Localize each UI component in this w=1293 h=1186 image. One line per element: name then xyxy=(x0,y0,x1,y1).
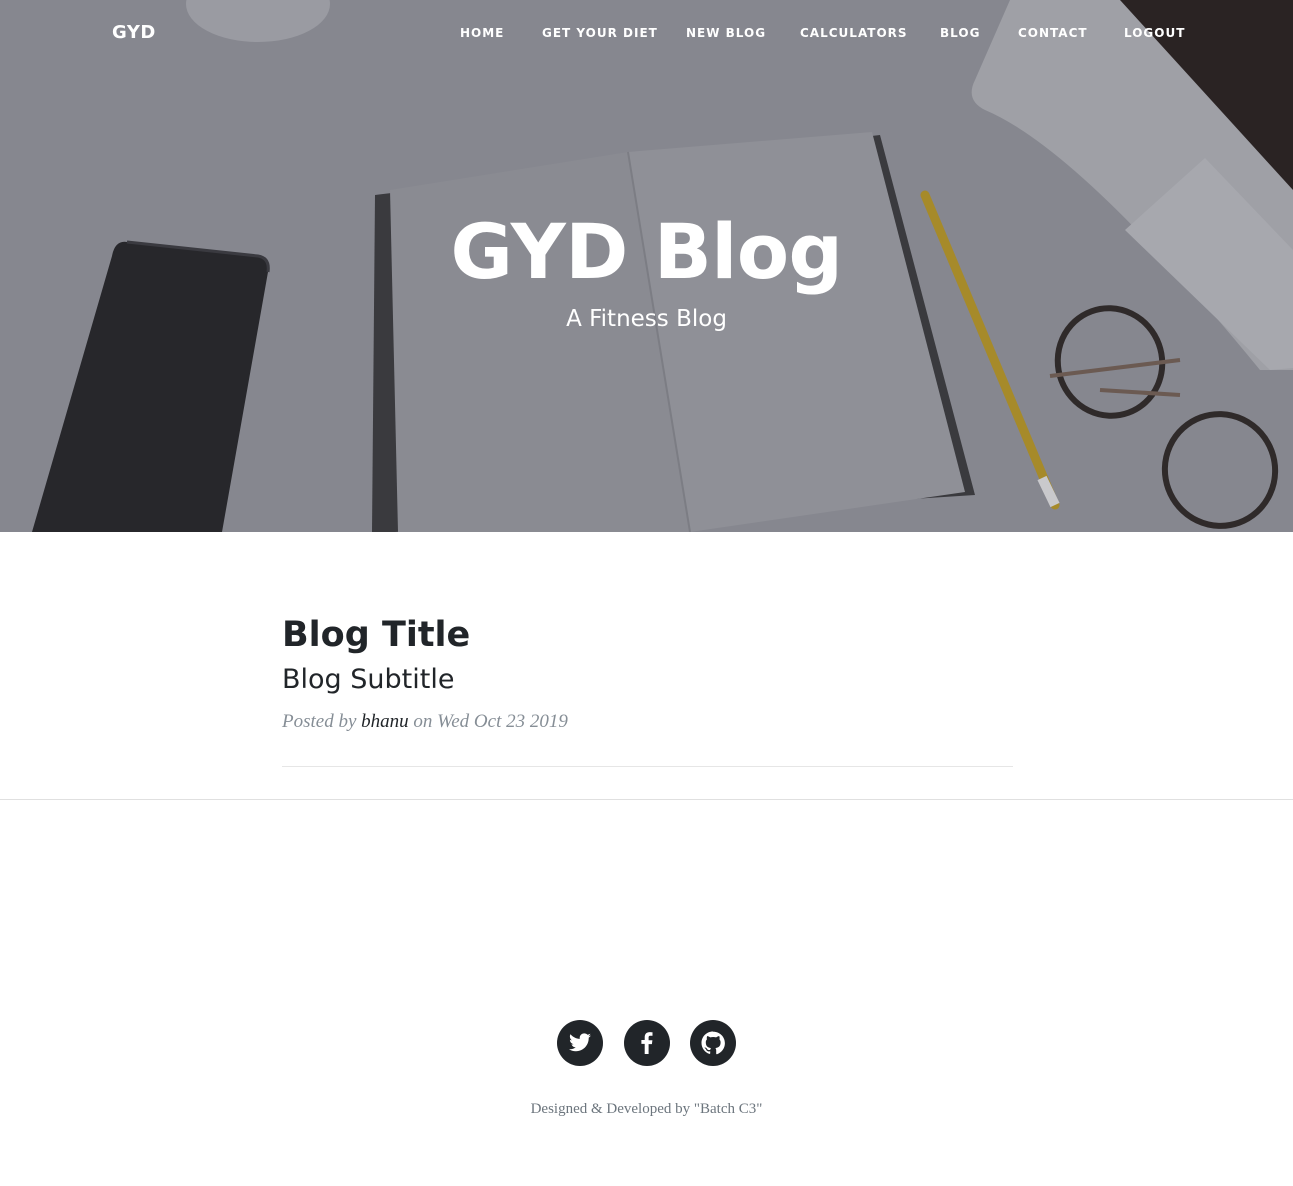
hero-title: GYD Blog xyxy=(450,207,843,296)
hero-subtitle: A Fitness Blog xyxy=(566,306,727,332)
nav-links: HOME GET YOUR DIET NEW BLOG CALCULATORS … xyxy=(0,26,1293,46)
navbar: GYD HOME GET YOUR DIET NEW BLOG CALCULAT… xyxy=(0,0,1293,68)
masthead: GYD HOME GET YOUR DIET NEW BLOG CALCULAT… xyxy=(0,0,1293,532)
nav-link-calculators[interactable]: CALCULATORS xyxy=(800,26,908,40)
twitter-icon xyxy=(569,1033,591,1052)
post-author-link[interactable]: bhanu xyxy=(361,711,409,732)
post-meta-on: on xyxy=(413,711,433,732)
nav-link-home[interactable]: HOME xyxy=(460,26,504,40)
post-date: Wed Oct 23 2019 xyxy=(437,711,568,732)
post-divider xyxy=(282,766,1013,767)
nav-link-logout[interactable]: LOGOUT xyxy=(1124,26,1185,40)
nav-link-new-blog[interactable]: NEW BLOG xyxy=(686,26,766,40)
github-icon xyxy=(701,1031,725,1055)
post-title[interactable]: Blog Title xyxy=(282,612,1013,658)
nav-link-get-your-diet[interactable]: GET YOUR DIET xyxy=(542,26,658,40)
section-divider xyxy=(0,799,1293,800)
post-subtitle[interactable]: Blog Subtitle xyxy=(282,662,1013,698)
nav-link-contact[interactable]: CONTACT xyxy=(1018,26,1088,40)
post-meta: Posted by bhanu on Wed Oct 23 2019 xyxy=(282,710,1013,734)
twitter-button[interactable] xyxy=(557,1020,603,1066)
facebook-button[interactable] xyxy=(624,1020,670,1066)
post-preview: Blog Title Blog Subtitle Posted by bhanu… xyxy=(282,612,1013,734)
social-links xyxy=(0,1020,1293,1066)
footer-credit: Designed & Developed by "Batch C3" xyxy=(530,1101,763,1117)
post-meta-prefix: Posted by xyxy=(282,711,357,732)
nav-link-blog[interactable]: BLOG xyxy=(940,26,980,40)
facebook-icon xyxy=(641,1032,653,1054)
github-button[interactable] xyxy=(690,1020,736,1066)
